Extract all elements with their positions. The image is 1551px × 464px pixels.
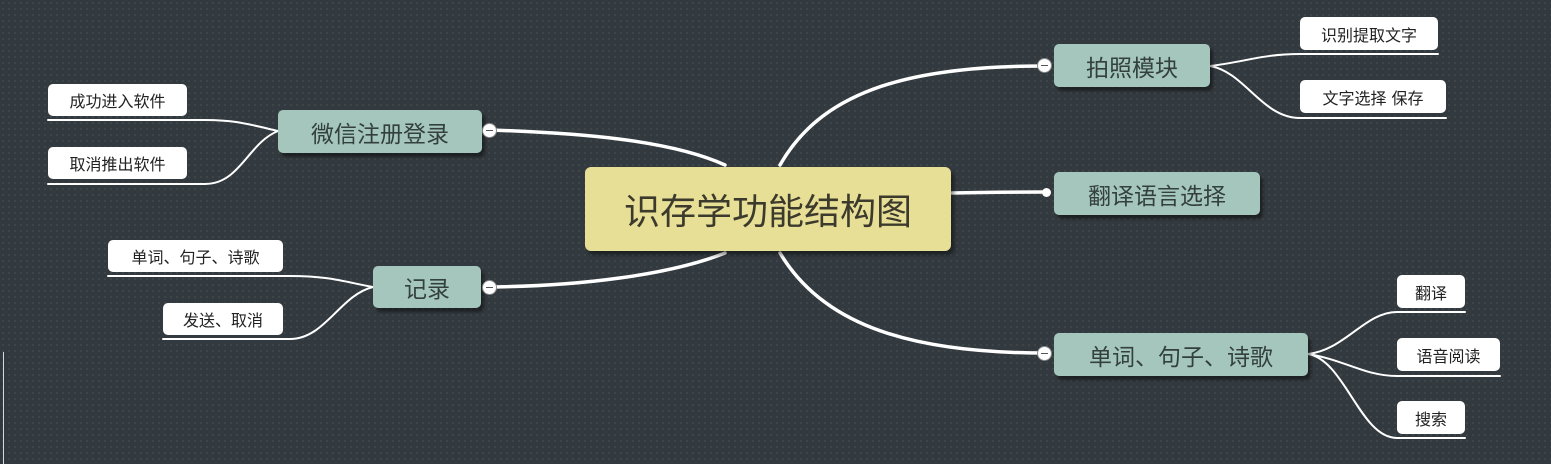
leaf-recognize-text[interactable]: 识别提取文字 — [1300, 17, 1438, 50]
topic-wechat-login[interactable]: 微信注册登录 — [278, 110, 482, 153]
leaf-select-save[interactable]: 文字选择 保存 — [1300, 80, 1446, 113]
leaf-record-words[interactable]: 单词、句子、诗歌 — [108, 240, 283, 272]
topic-words-sentences[interactable]: 单词、句子、诗歌 — [1054, 333, 1308, 376]
collapse-minus-icon[interactable] — [1037, 58, 1052, 73]
connector-wechat-child1 — [47, 119, 279, 132]
connector-record-child1 — [107, 275, 374, 288]
leaf-send-cancel[interactable]: 发送、取消 — [163, 303, 283, 335]
connector-root-words — [778, 251, 1046, 355]
connector-photo-child1 — [1209, 53, 1439, 67]
root-topic[interactable]: 识存学功能结构图 — [585, 167, 951, 251]
leaf-translate[interactable]: 翻译 — [1397, 275, 1465, 308]
leaf-cancel-exit[interactable]: 取消推出软件 — [48, 147, 187, 179]
window-frame-edge — [0, 352, 4, 464]
connector-root-wechat — [488, 128, 727, 167]
topic-record[interactable]: 记录 — [373, 266, 481, 308]
collapse-minus-icon[interactable] — [482, 123, 497, 138]
connector-dot-icon — [1042, 188, 1051, 197]
connector-root-photo — [778, 64, 1046, 167]
leaf-search[interactable]: 搜索 — [1397, 401, 1465, 434]
topic-photo-module[interactable]: 拍照模块 — [1054, 44, 1210, 87]
collapse-minus-icon[interactable] — [482, 280, 497, 295]
collapse-minus-icon[interactable] — [1037, 346, 1052, 361]
connector-root-translate — [950, 190, 1049, 195]
leaf-success-enter[interactable]: 成功进入软件 — [48, 84, 187, 116]
mindmap-canvas: 识存学功能结构图 微信注册登录 记录 拍照模块 翻译语言选择 单词、句子、诗歌 … — [0, 0, 1551, 464]
connector-root-record — [488, 251, 727, 289]
topic-translate-language[interactable]: 翻译语言选择 — [1054, 172, 1260, 215]
leaf-voice-read[interactable]: 语音阅读 — [1397, 338, 1500, 371]
